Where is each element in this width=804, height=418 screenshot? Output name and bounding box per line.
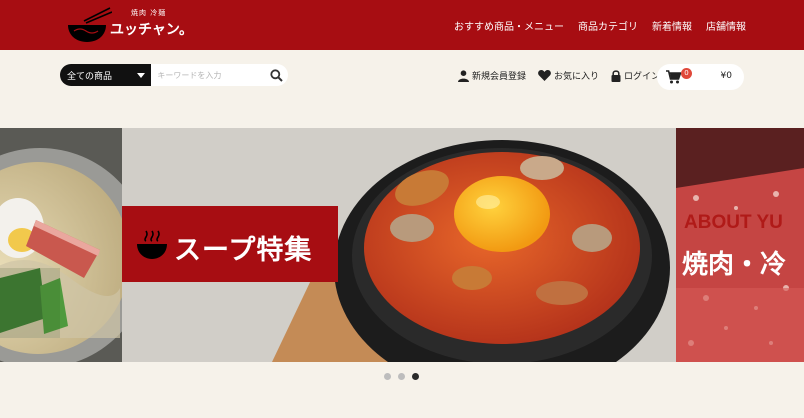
search-input[interactable] <box>151 64 265 86</box>
slider-dot-1[interactable] <box>384 373 391 380</box>
register-label: 新規会員登録 <box>472 72 527 82</box>
caret-down-icon <box>137 72 146 78</box>
main-nav: おすすめ商品・メニュー 商品カテゴリ 新着情報 店舗情報 <box>454 18 746 33</box>
site-logo[interactable]: 焼肉 冷麺 ユッチャン。 <box>66 7 206 45</box>
search-icon <box>270 68 283 82</box>
logo-name: ユッチャン。 <box>110 22 194 38</box>
cart-count-badge: 0 <box>681 68 692 79</box>
register-link[interactable]: 新規会員登録 <box>458 69 526 82</box>
nav-item-news[interactable]: 新着情報 <box>652 18 692 33</box>
slide-next-about[interactable]: ABOUT YU 焼肉・冷 <box>676 128 804 362</box>
cart-icon <box>666 70 681 84</box>
search-bar: 全ての商品 <box>60 64 288 86</box>
bowl-chopsticks-logo-icon <box>68 7 112 42</box>
favorites-label: お気に入り <box>554 72 600 82</box>
slider-dot-3[interactable] <box>412 373 419 380</box>
slider-dot-2[interactable] <box>398 373 405 380</box>
hero-slider[interactable]: スープ特集 ABOUT YU 焼肉・冷 <box>0 128 804 362</box>
nav-item-recommended[interactable]: おすすめ商品・メニュー <box>454 18 564 33</box>
soup-feature-label: スープ特集 <box>122 206 338 282</box>
heart-icon <box>538 70 551 81</box>
cart-total: ¥0 <box>720 71 732 81</box>
banner-title: スープ特集 <box>174 235 313 266</box>
top-header: 焼肉 冷麺 ユッチャン。 おすすめ商品・メニュー 商品カテゴリ 新着情報 店舗情… <box>0 0 804 50</box>
nav-item-store-info[interactable]: 店舗情報 <box>706 18 746 33</box>
slide-prev-cold-noodle-image[interactable] <box>0 128 150 362</box>
favorites-link[interactable]: お気に入り <box>538 69 599 82</box>
logo-tagline: 焼肉 冷麺 <box>131 9 167 17</box>
about-subtitle: 焼肉・冷 <box>682 250 787 280</box>
user-links: 新規会員登録 お気に入り ログイン <box>458 69 660 82</box>
category-select[interactable]: 全ての商品 <box>60 64 152 86</box>
cart-button[interactable]: 0 ¥0 <box>657 64 744 90</box>
bowl-steam-icon <box>137 230 167 259</box>
category-select-value: 全ての商品 <box>67 71 113 82</box>
nav-item-categories[interactable]: 商品カテゴリ <box>578 18 638 33</box>
user-icon <box>458 69 469 82</box>
login-label: ログイン <box>624 72 661 82</box>
lock-icon <box>611 69 621 82</box>
search-button[interactable] <box>264 64 288 86</box>
about-title: ABOUT YU <box>684 212 783 233</box>
slider-pagination <box>384 373 419 380</box>
slide-soup-feature[interactable]: スープ特集 <box>122 128 676 362</box>
cold-noodle-image <box>0 128 150 362</box>
login-link[interactable]: ログイン <box>611 69 660 82</box>
